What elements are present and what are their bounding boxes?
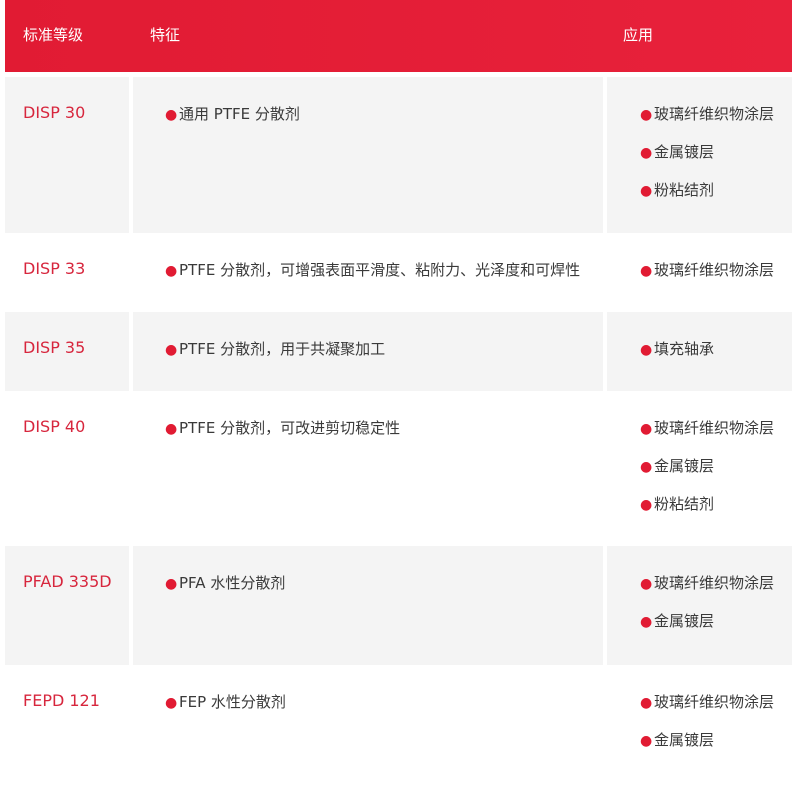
header-feature: 特征 <box>150 26 181 44</box>
application-list: ● 玻璃纤维织物涂层 <box>640 259 774 297</box>
bullet-icon: ● <box>640 145 653 161</box>
bullet-icon: ● <box>165 263 178 279</box>
table-row: FEPD 121 ● FEP 水性分散剂 ● 玻璃纤维织物涂层 ● 金属镀层 <box>5 665 792 795</box>
feature-item: ● PFA 水性分散剂 <box>165 572 285 593</box>
application-cell: ● 玻璃纤维织物涂层 ● 金属镀层 <box>607 665 792 795</box>
grade-label: DISP 40 <box>23 417 86 436</box>
table-row: DISP 40 ● PTFE 分散剂，可改进剪切稳定性 ● 玻璃纤维织物涂层 ● 金属… <box>5 391 792 546</box>
application-item: ● 粉粘结剂 <box>640 181 715 199</box>
bullet-icon: ● <box>640 576 653 592</box>
bullet-icon: ● <box>165 695 178 711</box>
table-row: DISP 30 ● 通用 PTFE 分散剂 ● 玻璃纤维织物涂层 ● 金属镀层 ● 粉粘… <box>5 77 792 233</box>
bullet-icon: ● <box>640 421 653 437</box>
feature-text: PTFE 分散剂，可增强表面平滑度、粘附力、光泽度和可焊性 <box>179 261 581 279</box>
feature-text: PTFE 分散剂，可改进剪切稳定性 <box>179 419 401 437</box>
grade-label: DISP 33 <box>23 259 86 278</box>
application-item: ● 玻璃纤维织物涂层 <box>640 574 775 592</box>
feature-text: PFA 水性分散剂 <box>179 574 286 592</box>
feature-cell: ● PFA 水性分散剂 <box>133 546 603 665</box>
table-row: DISP 35 ● PTFE 分散剂，用于共凝聚加工 ● 填充轴承 <box>5 312 792 391</box>
application-list: ● 填充轴承 <box>640 338 714 376</box>
feature-cell: ● PTFE 分散剂，用于共凝聚加工 <box>133 312 603 391</box>
feature-text: 通用 PTFE 分散剂 <box>179 105 300 123</box>
feature-cell: ● PTFE 分散剂，可改进剪切稳定性 <box>133 391 603 546</box>
bullet-icon: ● <box>640 614 653 630</box>
grade-label: DISP 30 <box>23 103 86 122</box>
feature-item: ● 通用 PTFE 分散剂 <box>165 103 300 124</box>
application-item: ● 填充轴承 <box>640 340 715 358</box>
feature-text: FEP 水性分散剂 <box>179 693 286 711</box>
feature-item: ● PTFE 分散剂，用于共凝聚加工 <box>165 338 385 359</box>
grade-cell: DISP 30 <box>5 77 129 233</box>
table-row: DISP 33 ● PTFE 分散剂，可增强表面平滑度、粘附力、光泽度和可焊性 ●… <box>5 233 792 312</box>
table-header: 标准等级 特征 应用 <box>5 0 792 72</box>
application-cell: ● 玻璃纤维织物涂层 ● 金属镀层 ● 粉粘结剂 <box>607 77 792 233</box>
bullet-icon: ● <box>165 107 178 123</box>
table-row: PFAD 335D ● PFA 水性分散剂 ● 玻璃纤维织物涂层 ● 金属镀层 <box>5 546 792 665</box>
header-application: 应用 <box>623 26 654 44</box>
grade-label: DISP 35 <box>23 338 86 357</box>
bullet-icon: ● <box>640 263 653 279</box>
application-item: ● 金属镀层 <box>640 731 715 749</box>
bullet-icon: ● <box>640 733 653 749</box>
feature-item: ● PTFE 分散剂，可增强表面平滑度、粘附力、光泽度和可焊性 <box>165 259 580 280</box>
grade-cell: DISP 40 <box>5 391 129 546</box>
application-list: ● 玻璃纤维织物涂层 ● 金属镀层 ● 粉粘结剂 <box>640 417 774 531</box>
feature-cell: ● PTFE 分散剂，可增强表面平滑度、粘附力、光泽度和可焊性 <box>133 233 603 312</box>
feature-item: ● PTFE 分散剂，可改进剪切稳定性 <box>165 417 400 438</box>
bullet-icon: ● <box>165 421 178 437</box>
application-cell: ● 玻璃纤维织物涂层 <box>607 233 792 312</box>
application-item: ● 金属镀层 <box>640 143 715 161</box>
bullet-icon: ● <box>165 576 178 592</box>
grade-label: PFAD 335D <box>23 572 112 591</box>
grade-cell: DISP 35 <box>5 312 129 391</box>
application-item: ● 金属镀层 <box>640 457 715 475</box>
bullet-icon: ● <box>640 183 653 199</box>
application-list: ● 玻璃纤维织物涂层 ● 金属镀层 <box>640 572 774 648</box>
application-item: ● 玻璃纤维织物涂层 <box>640 693 775 711</box>
feature-text: PTFE 分散剂，用于共凝聚加工 <box>179 340 386 358</box>
application-item: ● 玻璃纤维织物涂层 <box>640 419 775 437</box>
grade-cell: DISP 33 <box>5 233 129 312</box>
feature-item: ● FEP 水性分散剂 <box>165 691 286 712</box>
bullet-icon: ● <box>640 342 653 358</box>
bullet-icon: ● <box>640 695 653 711</box>
application-cell: ● 填充轴承 <box>607 312 792 391</box>
application-cell: ● 玻璃纤维织物涂层 ● 金属镀层 ● 粉粘结剂 <box>607 391 792 546</box>
feature-cell: ● 通用 PTFE 分散剂 <box>133 77 603 233</box>
bullet-icon: ● <box>640 107 653 123</box>
header-grade: 标准等级 <box>23 26 84 44</box>
application-item: ● 粉粘结剂 <box>640 495 715 513</box>
bullet-icon: ● <box>165 342 178 358</box>
grade-label: FEPD 121 <box>23 691 100 710</box>
application-list: ● 玻璃纤维织物涂层 ● 金属镀层 ● 粉粘结剂 <box>640 103 774 217</box>
feature-cell: ● FEP 水性分散剂 <box>133 665 603 795</box>
application-list: ● 玻璃纤维织物涂层 ● 金属镀层 <box>640 691 774 767</box>
bullet-icon: ● <box>640 459 653 475</box>
application-item: ● 玻璃纤维织物涂层 <box>640 261 775 279</box>
grade-cell: PFAD 335D <box>5 546 129 665</box>
application-item: ● 金属镀层 <box>640 612 715 630</box>
application-item: ● 玻璃纤维织物涂层 <box>640 105 775 123</box>
application-cell: ● 玻璃纤维织物涂层 ● 金属镀层 <box>607 546 792 665</box>
grade-cell: FEPD 121 <box>5 665 129 795</box>
bullet-icon: ● <box>640 497 653 513</box>
